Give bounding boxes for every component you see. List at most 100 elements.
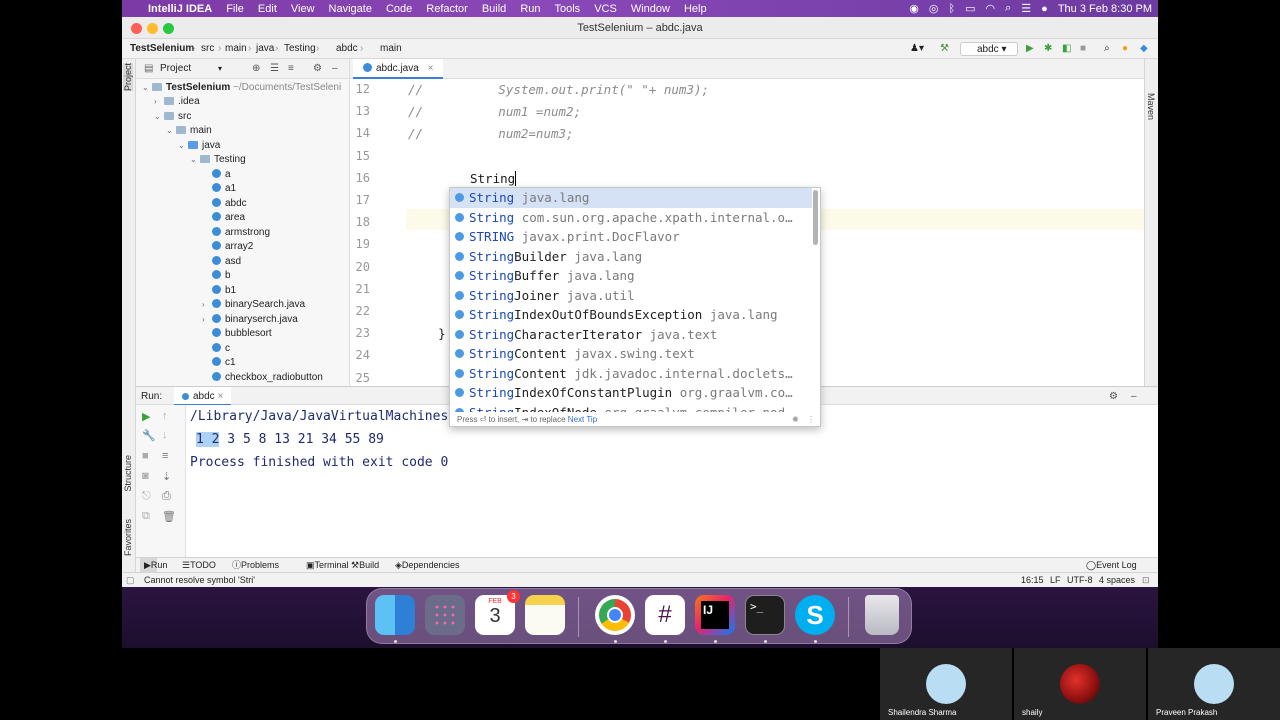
exit-icon[interactable]: ⎋ (142, 490, 151, 503)
tree-item[interactable]: ⌄ main (166, 124, 212, 138)
menu-intellij[interactable]: IntelliJ IDEA (148, 3, 212, 15)
run-settings-gear-icon[interactable]: ⚙ (1109, 387, 1118, 406)
tab-abdc-java[interactable]: abdc.java × (353, 59, 444, 79)
tree-item[interactable]: a (202, 168, 231, 182)
menu-code[interactable]: Code (386, 3, 412, 15)
menu-navigate[interactable]: Navigate (329, 3, 372, 15)
scroll-end-icon[interactable]: ⇣ (162, 470, 171, 483)
menu-edit[interactable]: Edit (258, 3, 277, 15)
completion-item[interactable]: StringContent jdk.javadoc.internal.docle… (450, 364, 812, 384)
plugin-icon[interactable]: ◆ (1140, 39, 1148, 59)
tree-item[interactable]: ⌄ java (178, 139, 220, 153)
wifi-icon[interactable]: ◠ (986, 2, 996, 15)
search-everywhere-icon[interactable]: ⌕ (1104, 39, 1110, 59)
menu-view[interactable]: View (291, 3, 315, 15)
chevron-down-icon[interactable]: ▾ (218, 59, 222, 79)
project-view-select[interactable]: Project (160, 59, 191, 79)
battery-icon[interactable]: ▭ (965, 2, 975, 15)
tree-item[interactable]: › binarySearch.java (202, 298, 305, 312)
menu-refactor[interactable]: Refactor (426, 3, 468, 15)
breadcrumb-testing[interactable]: Testing (284, 39, 316, 59)
search-icon[interactable]: ⌕ (1005, 2, 1011, 15)
favorites-tool-tab[interactable]: Favorites (123, 519, 133, 556)
tool-run-button[interactable]: ▶ Run (140, 558, 167, 573)
run-icon[interactable]: ▶ (1026, 39, 1034, 59)
completion-item[interactable]: StringIndexOutOfBoundsException java.lan… (450, 305, 812, 325)
run-tab-abdc[interactable]: abdc × (174, 387, 232, 406)
bluetooth-icon[interactable]: ᛒ (949, 3, 956, 15)
menu-window[interactable]: Window (631, 3, 670, 15)
lock-icon[interactable]: ⊡ (1142, 573, 1150, 587)
notes-icon[interactable] (525, 595, 565, 635)
minimize-window-button[interactable] (147, 23, 158, 34)
event-log-button[interactable]: ◯ Event Log (1086, 558, 1137, 573)
locate-icon[interactable]: ⊕ (252, 59, 260, 79)
menu-file[interactable]: File (226, 3, 244, 15)
zoom-icon[interactable]: ◉ (909, 2, 919, 15)
tree-item[interactable]: array2 (202, 240, 253, 254)
completion-scrollbar[interactable] (813, 190, 818, 245)
completion-item[interactable]: StringJoiner java.util (450, 286, 812, 306)
code-completion-popup[interactable]: String java.lang String com.sun.org.apach… (449, 187, 821, 427)
tree-expand-icon[interactable]: ⌄ (154, 110, 164, 124)
indent-setting[interactable]: 4 spaces (1099, 573, 1135, 587)
completion-item[interactable]: StringIndexOfConstantPlugin org.graalvm.… (450, 383, 812, 403)
completion-item[interactable]: StringCharacterIterator java.text (450, 325, 812, 345)
tree-expand-icon[interactable]: ⌄ (166, 124, 176, 138)
tool-problems-button[interactable]: ⓘ Problems (232, 558, 279, 573)
next-tip-link[interactable]: Next Tip (568, 415, 597, 424)
tree-item[interactable]: a1 (202, 182, 236, 196)
tree-expand-icon[interactable]: › (154, 95, 164, 109)
menu-build[interactable]: Build (482, 3, 506, 15)
tree-item[interactable]: abdc (202, 197, 247, 211)
status-message[interactable]: Cannot resolve symbol 'Stri' (144, 573, 255, 587)
participant-tile[interactable]: Praveen Prakash (1148, 648, 1280, 720)
calendar-icon[interactable]: FEB 3 3 (475, 590, 520, 635)
tree-item[interactable]: ⌄ Testing (190, 153, 246, 167)
menubar-clock[interactable]: Thu 3 Feb 8:30 PM (1058, 3, 1152, 15)
siri-icon[interactable]: ● (1041, 3, 1048, 15)
scroll-down-icon[interactable]: ↓ (162, 429, 168, 441)
intellij-icon[interactable]: IJ (695, 595, 735, 635)
slack-icon[interactable]: # (645, 595, 685, 635)
tree-item[interactable]: checkbox_radiobutton (202, 371, 323, 385)
restore-layout-icon[interactable]: ⧉ (142, 510, 150, 523)
coverage-icon[interactable]: ◧ (1062, 39, 1071, 59)
terminal-icon[interactable]: >_ (745, 595, 785, 635)
breadcrumb-method-main[interactable]: main (380, 39, 402, 59)
menu-vcs[interactable]: VCS (594, 3, 617, 15)
maven-tool-tab[interactable]: Maven (1146, 93, 1156, 120)
more-options-icon[interactable]: ⋮ (807, 412, 815, 426)
tool-dependencies-button[interactable]: ◈ Dependencies (395, 558, 459, 573)
user-icon[interactable]: ♟▾ (910, 39, 924, 59)
completion-item[interactable]: StringBuilder java.lang (450, 247, 812, 267)
close-window-button[interactable] (131, 23, 142, 34)
tree-item[interactable]: bubblesort (202, 327, 272, 341)
menu-tools[interactable]: Tools (555, 3, 581, 15)
tree-item[interactable]: area (202, 211, 245, 225)
line-separator[interactable]: LF (1050, 573, 1061, 587)
stop-run-icon[interactable]: ■ (142, 450, 149, 462)
tree-item[interactable]: asd (202, 255, 241, 269)
rerun-icon[interactable]: ▶ (142, 410, 150, 423)
launchpad-icon[interactable] (425, 595, 465, 635)
expand-all-icon[interactable]: ☰ (270, 59, 279, 79)
breadcrumb-java[interactable]: java (256, 39, 274, 59)
completion-item[interactable]: STRING javax.print.DocFlavor (450, 227, 812, 247)
stop-icon[interactable]: ■ (1080, 39, 1086, 59)
breadcrumb-abdc[interactable]: abdc (336, 39, 358, 59)
breadcrumb-main[interactable]: main (225, 39, 247, 59)
breadcrumb-project[interactable]: TestSelenium (130, 39, 194, 59)
tool-terminal-button[interactable]: ▣ Terminal (306, 558, 349, 573)
control-center-icon[interactable]: ☰ (1021, 2, 1031, 15)
print-icon[interactable]: ⎙ (162, 490, 171, 503)
status-toggle-icon[interactable]: ▢ (126, 573, 135, 587)
wrench-icon[interactable]: 🔧 (142, 429, 156, 442)
soft-wrap-icon[interactable]: ≡ (162, 450, 168, 462)
completion-item[interactable]: String com.sun.org.apache.xpath.internal… (450, 208, 812, 228)
tree-item[interactable]: c1 (202, 356, 236, 370)
run-console[interactable]: /Library/Java/JavaVirtualMachines/ 1 2 3… (186, 405, 1158, 557)
participant-tile[interactable]: shaily (1014, 648, 1146, 720)
skype-icon[interactable]: S (795, 595, 835, 635)
tree-expand-icon[interactable]: ⌄ (190, 153, 200, 167)
